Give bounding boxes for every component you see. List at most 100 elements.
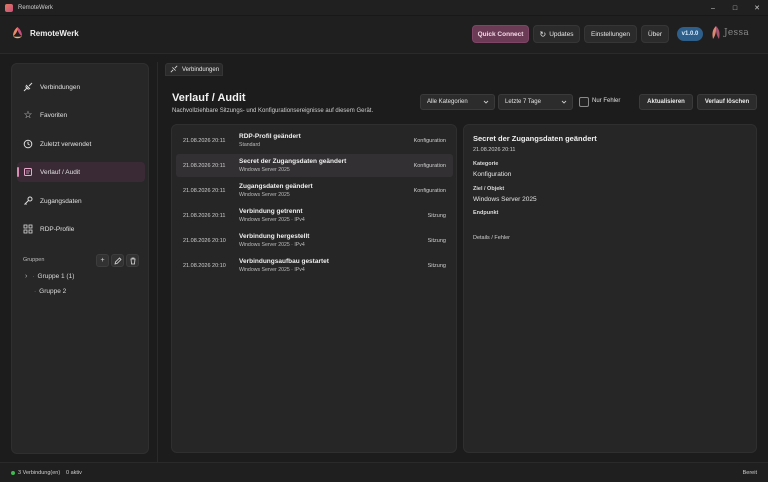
list-item[interactable]: 21.08.2026 20:11 Secret der Zugangsdaten… [176, 154, 453, 177]
add-group-button[interactable]: + [96, 254, 109, 267]
range-select[interactable]: Letzte 7 Tage [498, 94, 573, 110]
sidebar-item-rdp-profile[interactable]: RDP-Profile [17, 219, 145, 239]
list-item[interactable]: 21.08.2026 20:10 Verbindungsaufbau gesta… [176, 254, 453, 277]
chevron-down-icon [483, 99, 489, 107]
tab-label: Verbindungen [182, 66, 220, 73]
window-title: RemoteWerk [18, 4, 53, 11]
bullet-icon: · [32, 273, 35, 280]
errors-only-checkbox[interactable] [579, 97, 589, 107]
sidebar-item-label: Verlauf / Audit [40, 168, 81, 176]
event-time: 21.08.2026 20:11 [183, 213, 226, 219]
group-label: Gruppe 1 (1) [37, 273, 75, 280]
event-title: RDP-Profil geändert [239, 133, 301, 140]
sidebar: Verbindungen ☆ Favoriten Zuletzt verwend… [11, 63, 149, 454]
list-item[interactable]: 21.08.2026 20:10 Verbindung hergestellt … [176, 229, 453, 252]
sidebar-item-zugangsdaten[interactable]: Zugangsdaten [17, 191, 145, 211]
event-time: 21.08.2026 20:11 [183, 188, 226, 194]
sidebar-item-label: Zuletzt verwendet [40, 140, 92, 148]
sidebar-item-label: Zugangsdaten [40, 197, 82, 205]
key-icon [22, 195, 34, 207]
app-name: RemoteWerk [30, 28, 79, 38]
detail-category-value: Konfiguration [473, 171, 512, 178]
sidebar-item-verbindungen[interactable]: Verbindungen [17, 77, 145, 97]
quick-connect-button[interactable]: Quick Connect [472, 25, 529, 43]
plug-icon [170, 65, 178, 75]
brand: RemoteWerk [11, 26, 79, 40]
delete-group-button[interactable] [126, 254, 139, 267]
status-dot-icon [11, 471, 15, 475]
partner-logo: Jessa [710, 25, 749, 41]
updates-label: Updates [549, 30, 574, 38]
app-window: RemoteWerk – □ ✕ RemoteWerk Quick Connec… [0, 0, 768, 482]
detail-target-label: Ziel / Objekt [473, 186, 505, 192]
chevron-right-icon[interactable]: › [25, 273, 27, 280]
list-item[interactable]: 21.08.2026 20:11 Verbindung getrennt Win… [176, 204, 453, 227]
group-item-1[interactable]: › · Gruppe 1 (1) [25, 273, 74, 280]
event-subtitle: Windows Server 2025 [239, 192, 290, 198]
event-category: Sitzung [427, 213, 446, 219]
event-category: Konfiguration [413, 138, 446, 144]
list-item[interactable]: 21.08.2026 20:11 Zugangsdaten geändert W… [176, 179, 453, 202]
app-icon [5, 3, 13, 12]
event-title: Secret der Zugangsdaten geändert [239, 158, 347, 165]
history-icon [22, 138, 34, 150]
maximize-icon[interactable]: □ [724, 0, 746, 16]
plug-icon [22, 81, 34, 93]
event-title: Verbindungsaufbau gestartet [239, 258, 329, 265]
detail-title: Secret der Zugangsdaten geändert [473, 134, 597, 143]
star-icon: ☆ [23, 109, 33, 121]
updates-button[interactable]: ↻ Updates [533, 25, 580, 43]
status-connections: 3 Verbindung(en) [18, 470, 61, 476]
detail-errors-label: Details / Fehler [473, 235, 510, 241]
status-bar: 3 Verbindung(en) 0 aktiv Bereit [0, 462, 768, 482]
group-item-2[interactable]: · Gruppe 2 [34, 288, 66, 295]
about-button[interactable]: Über [641, 25, 669, 43]
settings-button[interactable]: Einstellungen [584, 25, 637, 43]
event-time: 21.08.2026 20:10 [183, 238, 226, 244]
event-time: 21.08.2026 20:11 [183, 138, 226, 144]
sidebar-item-label: Verbindungen [40, 83, 81, 91]
detail-endpoint-label: Endpunkt [473, 210, 499, 216]
range-select-value: Letzte 7 Tage [505, 99, 541, 105]
chevron-down-icon [561, 99, 567, 107]
grid-icon [22, 223, 34, 235]
tab-verbindungen[interactable]: Verbindungen [165, 63, 223, 76]
page-subtitle: Nachvollziehbare Sitzungs- und Konfigura… [172, 108, 374, 114]
event-title: Verbindung hergestellt [239, 233, 310, 240]
sidebar-item-label: RDP-Profile [40, 225, 75, 233]
detail-time: 21.08.2026 20:11 [473, 147, 516, 153]
sidebar-item-favoriten[interactable]: ☆ Favoriten [17, 105, 145, 125]
category-select[interactable]: Alle Kategorien [420, 94, 495, 110]
sidebar-item-label: Favoriten [40, 111, 68, 119]
event-category: Sitzung [427, 263, 446, 269]
group-label: Gruppe 2 [39, 288, 67, 295]
clear-history-button[interactable]: Verlauf löschen [697, 94, 757, 110]
event-detail-panel: Secret der Zugangsdaten geändert 21.08.2… [463, 124, 757, 453]
event-category: Sitzung [427, 238, 446, 244]
bullet-icon: · [34, 288, 37, 295]
event-time: 21.08.2026 20:11 [183, 163, 226, 169]
event-category: Konfiguration [413, 188, 446, 194]
event-subtitle: Windows Server 2025 [239, 167, 290, 173]
detail-category-label: Kategorie [473, 161, 499, 167]
close-icon[interactable]: ✕ [746, 0, 768, 16]
audit-icon [22, 166, 34, 178]
event-time: 21.08.2026 20:10 [183, 263, 226, 269]
refresh-button[interactable]: Aktualisieren [639, 94, 693, 110]
status-active: 0 aktiv [66, 470, 82, 476]
event-title: Zugangsdaten geändert [239, 183, 313, 190]
minimize-icon[interactable]: – [702, 0, 724, 16]
partner-logo-icon [712, 26, 720, 39]
sidebar-item-verlauf-audit[interactable]: Verlauf / Audit [17, 162, 145, 182]
partner-logo-text: Jessa [724, 28, 750, 38]
refresh-icon: ↻ [539, 29, 547, 39]
title-bar: RemoteWerk – □ ✕ [0, 0, 768, 16]
app-header: RemoteWerk Quick Connect ↻ Updates Einst… [0, 16, 768, 54]
groups-heading: Gruppen [23, 257, 45, 263]
sidebar-item-zuletzt[interactable]: Zuletzt verwendet [17, 134, 145, 154]
edit-group-button[interactable] [111, 254, 124, 267]
event-title: Verbindung getrennt [239, 208, 303, 215]
pencil-icon [113, 256, 122, 265]
version-badge: v1.0.0 [677, 27, 703, 41]
list-item[interactable]: 21.08.2026 20:11 RDP-Profil geändert Sta… [176, 129, 453, 152]
